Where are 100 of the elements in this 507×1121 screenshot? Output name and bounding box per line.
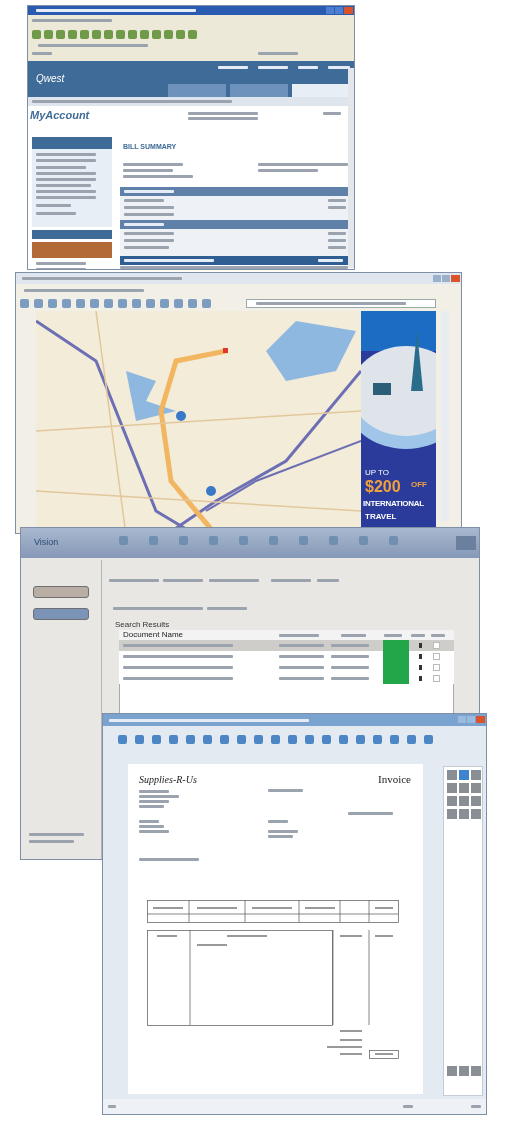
blurred-text (384, 634, 402, 637)
blurred-text (139, 795, 179, 798)
toolbar-icon[interactable] (179, 536, 188, 545)
blurred-text (124, 246, 169, 249)
toolbar-icon[interactable] (119, 536, 128, 545)
panel-button[interactable] (33, 586, 89, 598)
toolbar-icon[interactable] (209, 536, 218, 545)
blurred-text (139, 820, 159, 823)
blurred-text (139, 858, 199, 861)
toolbar-icon[interactable] (149, 536, 158, 545)
toolbar-icon[interactable] (269, 536, 278, 545)
blurred-text (36, 184, 91, 187)
blurred-text (268, 789, 303, 792)
ad-text: UP TO (365, 469, 389, 477)
ad-price: $200 (365, 479, 401, 495)
blurred-text (328, 206, 346, 209)
blurred-text (139, 825, 164, 828)
maximize-button[interactable] (442, 275, 450, 282)
blurred-text (188, 112, 258, 115)
toolbar-icon[interactable] (239, 536, 248, 545)
blurred-text (108, 1105, 116, 1108)
blurred-text (36, 166, 86, 169)
ad-text: OFF (411, 481, 427, 489)
blurred-text (258, 169, 318, 172)
close-button[interactable] (451, 275, 460, 282)
panel-button[interactable] (33, 608, 89, 620)
blurred-text (188, 117, 258, 120)
blurred-text (268, 835, 293, 838)
blurred-text (36, 190, 96, 193)
row-checkbox[interactable] (433, 675, 440, 682)
blurred-text (123, 163, 183, 166)
blurred-text (328, 232, 346, 235)
document-title: Invoice (378, 774, 411, 785)
blurred-text (328, 246, 346, 249)
blurred-text (124, 239, 174, 242)
blurred-text (268, 830, 298, 833)
toolbar-icon[interactable] (329, 536, 338, 545)
blurred-text (124, 213, 174, 216)
maximize-button[interactable] (467, 716, 475, 723)
blurred-text (403, 1105, 413, 1108)
blurred-text (279, 666, 324, 669)
blurred-text (29, 840, 74, 843)
maximize-button[interactable] (335, 7, 343, 14)
status-cell (383, 673, 409, 684)
blurred-text (328, 199, 346, 202)
blurred-text (139, 805, 164, 808)
row-checkbox[interactable] (433, 653, 440, 660)
blurred-text (298, 66, 318, 69)
blurred-text (258, 52, 298, 55)
blurred-text (139, 790, 169, 793)
blurred-text (139, 830, 169, 833)
page-title: MyAccount (30, 110, 90, 121)
app-logo: Vision (34, 538, 59, 547)
company-name: Supplies-R-Us (139, 775, 197, 785)
blurred-text (36, 204, 71, 207)
blurred-text (471, 1105, 481, 1108)
blurred-text (163, 579, 203, 582)
toolbar-icon[interactable] (299, 536, 308, 545)
blurred-text (36, 159, 96, 162)
nav-tab[interactable] (292, 84, 350, 97)
blurred-text (331, 666, 369, 669)
status-icon (419, 676, 422, 681)
blurred-text (431, 634, 445, 637)
row-checkbox[interactable] (433, 642, 440, 649)
toolbar-icon[interactable] (359, 536, 368, 545)
blurred-text (218, 66, 248, 69)
row-checkbox[interactable] (433, 664, 440, 671)
logo[interactable]: Qwest (36, 74, 65, 84)
close-button[interactable] (344, 7, 353, 14)
blurred-text (139, 800, 169, 803)
blurred-text (124, 190, 174, 193)
blurred-text (36, 178, 96, 181)
blurred-text (279, 644, 324, 647)
blurred-text (36, 153, 96, 156)
blurred-text (123, 175, 193, 178)
nav-tab[interactable] (168, 84, 226, 97)
blurred-text (331, 655, 369, 658)
blurred-text (124, 232, 174, 235)
window-controls[interactable] (456, 536, 476, 550)
blurred-text (279, 655, 324, 658)
minimize-button[interactable] (433, 275, 441, 282)
blurred-text (36, 172, 96, 175)
blurred-text (328, 66, 350, 69)
minimize-button[interactable] (458, 716, 466, 723)
minimize-button[interactable] (326, 7, 334, 14)
toolbar-icon[interactable] (389, 536, 398, 545)
blurred-text (29, 833, 84, 836)
close-button[interactable] (476, 716, 485, 723)
blurred-text (109, 579, 159, 582)
column-header: Document Name (123, 631, 184, 639)
status-icon (419, 654, 422, 659)
blurred-text (32, 52, 52, 55)
blurred-text (341, 634, 366, 637)
blurred-text (268, 820, 288, 823)
blurred-text (331, 644, 369, 647)
blurred-text (328, 239, 346, 242)
blurred-text (331, 677, 369, 680)
blurred-text (323, 112, 341, 115)
nav-tab[interactable] (230, 84, 288, 97)
blurred-text (209, 579, 259, 582)
